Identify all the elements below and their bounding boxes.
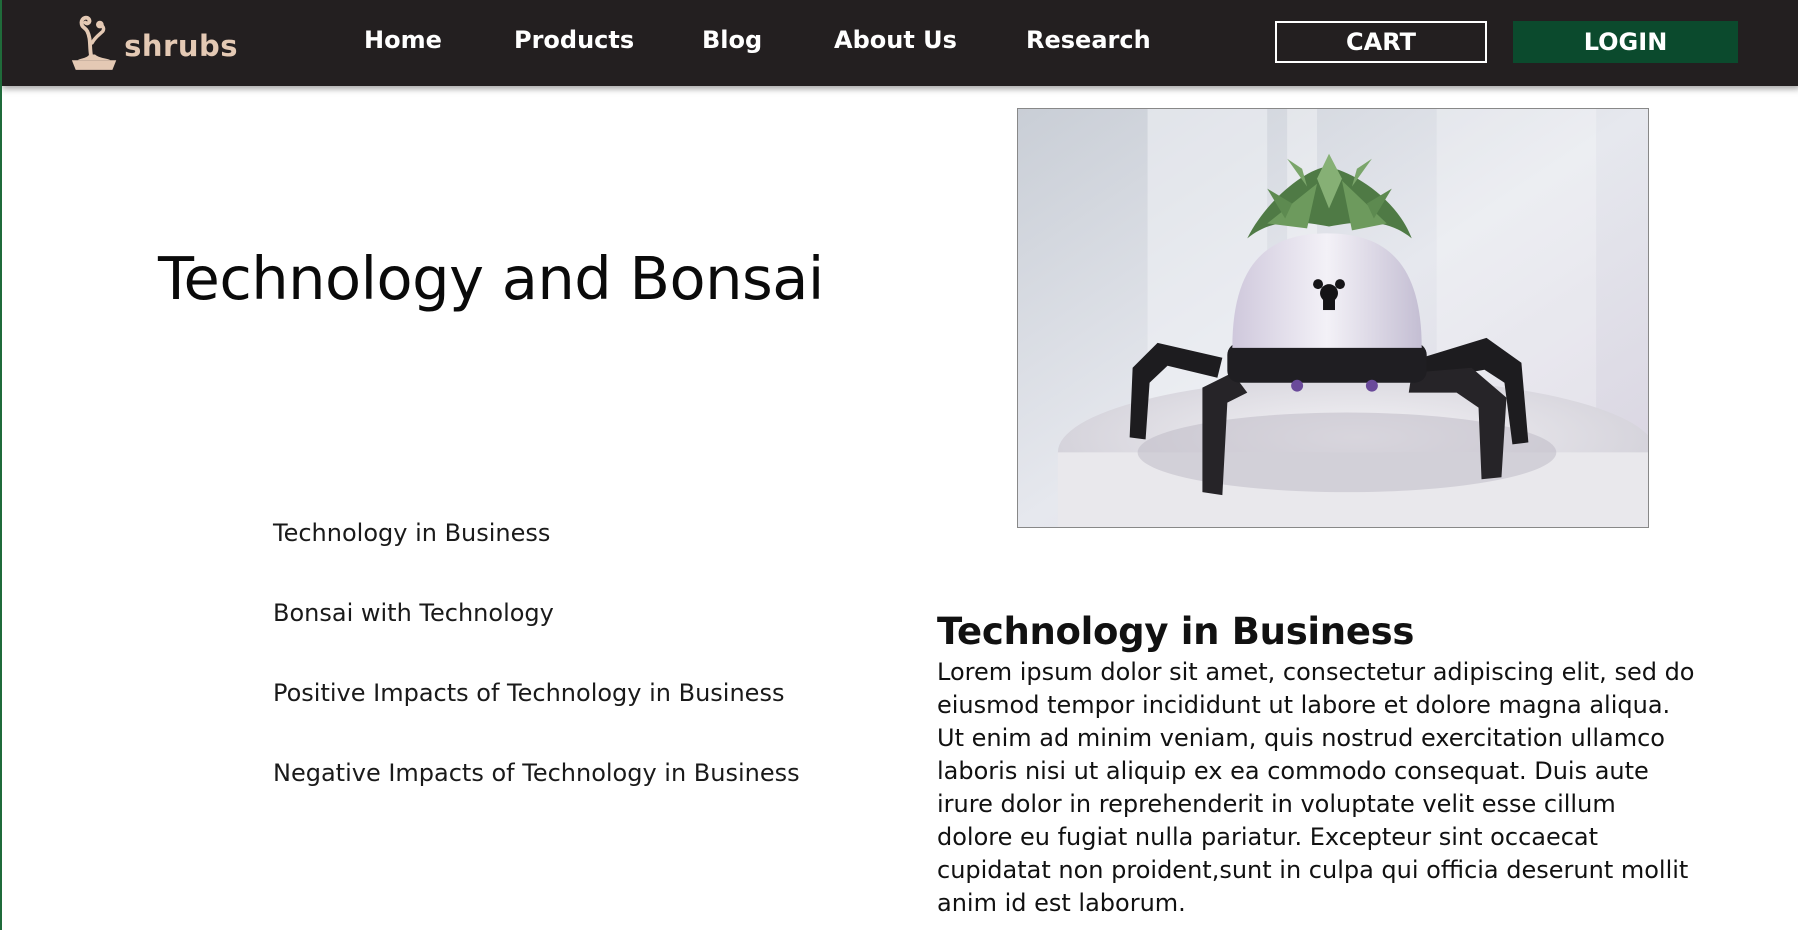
page-title: Technology and Bonsai xyxy=(158,244,824,313)
nav-link-blog[interactable]: Blog xyxy=(702,26,762,58)
bonsai-pot-icon xyxy=(71,15,117,70)
nav-link-products[interactable]: Products xyxy=(514,26,634,58)
top-navbar: shrubs Home Products Blog About Us Resea… xyxy=(2,0,1798,86)
login-button[interactable]: LOGIN xyxy=(1513,21,1738,63)
robot-planter-image xyxy=(1018,109,1648,527)
cart-button[interactable]: CART xyxy=(1275,21,1487,63)
toc-item-bonsai-with-technology[interactable]: Bonsai with Technology xyxy=(273,598,800,678)
nav-link-home[interactable]: Home xyxy=(364,26,442,58)
section-body: Lorem ipsum dolor sit amet, consectetur … xyxy=(937,658,1695,917)
nav-link-research[interactable]: Research xyxy=(1026,26,1151,58)
section-heading: Technology in Business xyxy=(937,610,1415,653)
nav-link-about-us[interactable]: About Us xyxy=(834,26,957,58)
brand-name: shrubs xyxy=(124,29,238,63)
toc-item-technology-in-business[interactable]: Technology in Business xyxy=(273,518,800,598)
table-of-contents: Technology in Business Bonsai with Techn… xyxy=(273,518,800,838)
toc-item-negative-impacts[interactable]: Negative Impacts of Technology in Busine… xyxy=(273,758,800,838)
page: shrubs Home Products Blog About Us Resea… xyxy=(0,0,1798,930)
hero-image xyxy=(1017,108,1649,528)
brand-logo[interactable]: shrubs xyxy=(68,6,238,74)
toc-item-positive-impacts[interactable]: Positive Impacts of Technology in Busine… xyxy=(273,678,800,758)
